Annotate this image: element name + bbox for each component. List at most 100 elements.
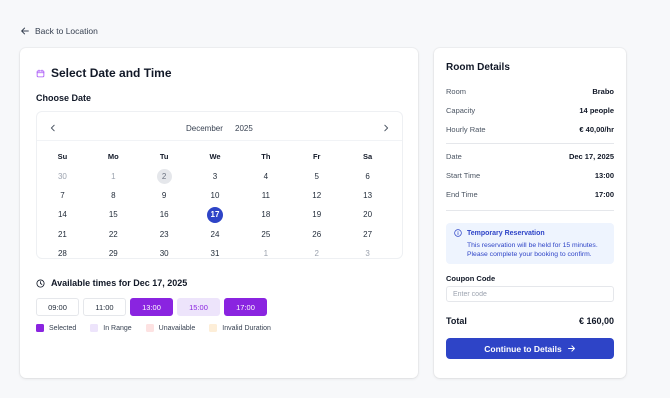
coupon-input[interactable] <box>446 286 614 302</box>
legend-swatch-unavailable <box>145 324 154 332</box>
calendar: December 2025 Su Mo Tu We Th Fr Sa 30 1 … <box>36 111 403 259</box>
day-cell[interactable]: 21 <box>37 225 88 244</box>
start-time-row: Start Time 13:00 <box>446 171 614 180</box>
legend-swatch-in-range <box>90 324 99 332</box>
day-cell[interactable]: 28 <box>37 244 88 263</box>
reservation-notice: Temporary Reservation This reservation w… <box>446 223 614 264</box>
day-cell[interactable]: 26 <box>291 225 342 244</box>
room-label: Room <box>446 87 467 96</box>
day-cell-today: 2 <box>139 167 190 186</box>
day-cell[interactable]: 7 <box>37 186 88 205</box>
day-cell[interactable]: 27 <box>342 225 393 244</box>
capacity-row: Capacity 14 people <box>446 106 614 115</box>
day-cell: 1 <box>263 249 269 259</box>
day-cell[interactable]: 13 <box>342 186 393 205</box>
day-cell: 2 <box>314 249 319 259</box>
time-slot[interactable]: 09:00 <box>36 298 79 316</box>
time-slot-in-range[interactable]: 15:00 <box>177 298 220 316</box>
day-cell[interactable]: 4 <box>240 167 291 186</box>
back-label: Back to Location <box>35 26 98 36</box>
room-value: Brabo <box>592 87 614 96</box>
calendar-month[interactable]: December <box>186 124 223 133</box>
day-cell[interactable]: 15 <box>88 205 139 224</box>
selected-day-label: 17 <box>207 206 223 223</box>
day-cell[interactable]: 22 <box>88 225 139 244</box>
info-icon <box>454 229 462 237</box>
continue-label: Continue to Details <box>484 343 562 354</box>
legend-label: Invalid Duration <box>222 324 271 332</box>
day-cell[interactable]: 29 <box>88 244 139 263</box>
calendar-week: 21 22 23 24 25 26 27 <box>37 225 404 244</box>
end-time-label: End Time <box>446 190 478 199</box>
next-month-button[interactable] <box>380 122 392 134</box>
details-divider <box>446 143 614 144</box>
available-times-heading: Available times for Dec 17, 2025 <box>36 278 187 288</box>
notice-text: This reservation will be held for 15 min… <box>467 241 606 260</box>
continue-button[interactable]: Continue to Details <box>446 338 614 359</box>
start-time-label: Start Time <box>446 171 481 180</box>
day-cell[interactable]: 9 <box>139 186 190 205</box>
notice-line: Please complete your booking to confirm. <box>467 251 592 259</box>
weekday-label: We <box>209 152 221 162</box>
day-cell-selected[interactable]: 17 <box>190 205 241 224</box>
date-time-panel: Select Date and Time Choose Date Decembe… <box>20 48 418 378</box>
day-cell[interactable]: 6 <box>342 167 393 186</box>
panel-title-text: Select Date and Time <box>51 66 172 80</box>
day-cell[interactable]: 12 <box>291 186 342 205</box>
day-cell[interactable]: 11 <box>240 186 291 205</box>
room-details-panel: Room Details Room Brabo Capacity 14 people… <box>434 48 626 378</box>
capacity-value: 14 people <box>579 106 614 115</box>
day-cell[interactable]: 30 <box>139 244 190 263</box>
arrow-left-icon <box>21 27 29 35</box>
day-cell: 1 <box>111 171 116 181</box>
legend-label: Unavailable <box>158 324 196 332</box>
day-cell[interactable]: 20 <box>342 205 393 224</box>
chevron-right-icon <box>384 124 389 132</box>
day-cell[interactable]: 16 <box>139 205 190 224</box>
weekday-label: Th <box>261 152 271 162</box>
arrow-right-icon <box>567 345 575 352</box>
notice-title-text: Temporary Reservation <box>467 229 545 237</box>
weekday-label: Sa <box>362 152 373 162</box>
capacity-label: Capacity <box>446 106 476 115</box>
rate-row: Hourly Rate € 40,00/hr <box>446 125 614 134</box>
end-time-row: End Time 17:00 <box>446 190 614 199</box>
calendar-year[interactable]: 2025 <box>235 124 253 133</box>
clock-icon <box>36 278 45 288</box>
choose-date-label: Choose Date <box>36 93 92 103</box>
legend-item: Unavailable <box>145 324 196 332</box>
day-cell[interactable]: 31 <box>190 244 241 263</box>
day-cell[interactable]: 8 <box>88 186 139 205</box>
weekday-label: Mo <box>107 152 119 162</box>
chevron-left-icon <box>50 124 55 132</box>
calendar-week: 7 8 9 10 11 12 13 <box>37 186 404 205</box>
day-cell[interactable]: 18 <box>240 205 291 224</box>
day-cell[interactable]: 25 <box>240 225 291 244</box>
calendar-divider <box>37 140 402 141</box>
date-label: Date <box>446 152 462 161</box>
day-cell[interactable]: 23 <box>139 225 190 244</box>
date-value: Dec 17, 2025 <box>568 152 614 161</box>
day-cell[interactable]: 24 <box>190 225 241 244</box>
time-slot-selected[interactable]: 13:00 <box>130 298 173 316</box>
notice-title: Temporary Reservation <box>454 229 606 237</box>
total-label: Total <box>446 316 467 326</box>
panel-title: Select Date and Time <box>36 66 172 80</box>
time-slot[interactable]: 11:00 <box>83 298 126 316</box>
slot-legend: Selected In Range Unavailable Invalid Du… <box>36 324 271 332</box>
time-slot-selected[interactable]: 17:00 <box>224 298 267 316</box>
weekday-label: Tu <box>159 152 169 162</box>
day-cell[interactable]: 3 <box>190 167 241 186</box>
rate-value: € 40,00/hr <box>579 125 614 134</box>
time-slots: 09:00 11:00 13:00 15:00 17:00 <box>36 298 267 316</box>
back-link[interactable]: Back to Location <box>20 26 98 36</box>
day-cell[interactable]: 19 <box>291 205 342 224</box>
calendar-week: 28 29 30 31 1 2 3 <box>37 244 404 263</box>
day-cell[interactable]: 14 <box>37 205 88 224</box>
today-label: 2 <box>156 168 172 184</box>
prev-month-button[interactable] <box>47 122 59 134</box>
day-cell[interactable]: 5 <box>291 167 342 186</box>
day-cell[interactable]: 10 <box>190 186 241 205</box>
start-time-value: 13:00 <box>594 171 614 180</box>
notice-line: This reservation will be held for 15 min… <box>467 242 598 249</box>
